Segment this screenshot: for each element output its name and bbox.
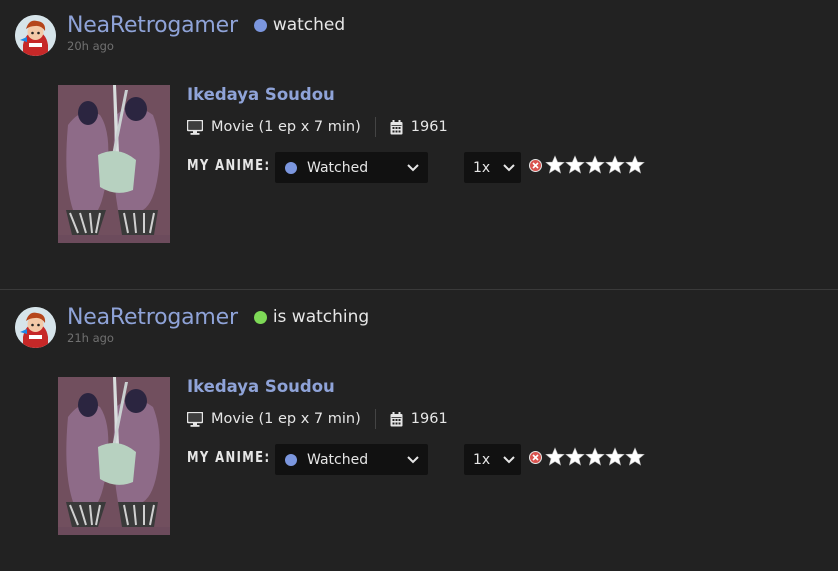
star-icon[interactable] xyxy=(605,447,625,467)
monitor-icon xyxy=(187,411,203,427)
anime-meta: Movie (1 ep x 7 min) 1961 xyxy=(187,116,448,138)
username-link[interactable]: NeaRetrogamer xyxy=(67,305,238,330)
list-status-value: Watched xyxy=(307,159,369,176)
chevron-down-icon xyxy=(503,164,515,172)
rewatch-count-value: 1x xyxy=(473,451,491,468)
anime-type-info: Movie (1 ep x 7 min) xyxy=(211,119,361,135)
user-avatar[interactable] xyxy=(15,15,56,56)
user-avatar[interactable] xyxy=(15,307,56,348)
status-dot xyxy=(253,310,267,324)
anime-meta: Movie (1 ep x 7 min) 1961 xyxy=(187,408,448,430)
activity-status-text: watched xyxy=(272,15,346,35)
star-rating xyxy=(529,447,645,467)
star-icon[interactable] xyxy=(585,155,605,175)
rewatch-count-value: 1x xyxy=(473,159,491,176)
close-circle-icon[interactable] xyxy=(529,158,542,172)
activity-header: NeaRetrogamer is watching xyxy=(67,302,369,332)
anime-year: 1961 xyxy=(410,119,448,135)
chevron-down-icon xyxy=(503,456,515,464)
activity-status-text: is watching xyxy=(272,307,370,327)
close-circle-icon[interactable] xyxy=(529,450,542,464)
watched-status-dot xyxy=(285,453,297,466)
calendar-icon xyxy=(390,119,403,134)
anime-poster[interactable] xyxy=(58,377,170,535)
my-anime-label: MY ANIME: xyxy=(187,448,271,466)
anime-title-link[interactable]: Ikedaya Soudou xyxy=(187,377,335,396)
rewatch-count-select[interactable]: 1x xyxy=(464,444,521,475)
monitor-icon xyxy=(187,119,203,135)
list-status-value: Watched xyxy=(307,451,369,468)
activity-timestamp: 21h ago xyxy=(67,331,114,345)
list-status-select[interactable]: Watched xyxy=(275,152,428,183)
my-anime-label: MY ANIME: xyxy=(187,156,271,174)
rewatch-count-select[interactable]: 1x xyxy=(464,152,521,183)
anime-poster[interactable] xyxy=(58,85,170,243)
star-icon[interactable] xyxy=(565,447,585,467)
star-icon[interactable] xyxy=(625,155,645,175)
activity-header: NeaRetrogamer watched xyxy=(67,10,345,40)
star-icon[interactable] xyxy=(565,155,585,175)
chevron-down-icon xyxy=(407,164,419,172)
star-icon[interactable] xyxy=(605,155,625,175)
list-status-select[interactable]: Watched xyxy=(275,444,428,475)
anime-year: 1961 xyxy=(410,411,448,427)
star-icon[interactable] xyxy=(625,447,645,467)
feed-entry: NeaRetrogamer watched 20h ago Ikedaya So… xyxy=(0,0,838,289)
chevron-down-icon xyxy=(407,456,419,464)
activity-feed: NeaRetrogamer watched 20h ago Ikedaya So… xyxy=(0,0,838,571)
star-icon[interactable] xyxy=(585,447,605,467)
star-rating xyxy=(529,155,645,175)
anime-type-info: Movie (1 ep x 7 min) xyxy=(211,411,361,427)
star-icon[interactable] xyxy=(545,155,565,175)
feed-entry: NeaRetrogamer is watching 21h ago Ikeday… xyxy=(0,290,838,571)
watched-status-dot xyxy=(285,161,297,174)
anime-title-link[interactable]: Ikedaya Soudou xyxy=(187,85,335,104)
meta-divider xyxy=(374,117,376,137)
meta-divider xyxy=(374,409,376,429)
status-dot xyxy=(253,18,267,32)
activity-timestamp: 20h ago xyxy=(67,39,114,53)
username-link[interactable]: NeaRetrogamer xyxy=(67,13,238,38)
star-icon[interactable] xyxy=(545,447,565,467)
calendar-icon xyxy=(390,411,403,426)
